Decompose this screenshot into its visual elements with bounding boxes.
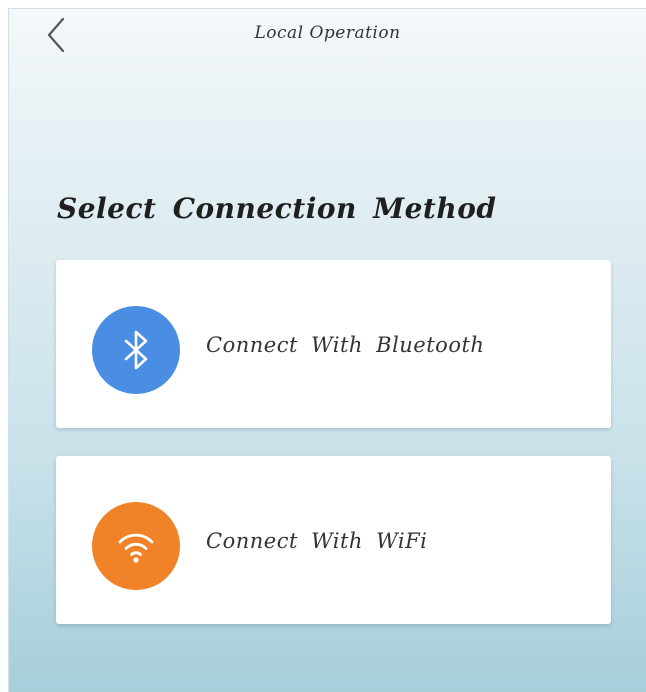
bluetooth-icon-badge	[92, 306, 180, 394]
connect-wifi-option[interactable]: Connect With WiFi	[56, 456, 611, 624]
connect-bluetooth-option[interactable]: Connect With Bluetooth	[56, 260, 611, 428]
page-title: Local Operation	[254, 23, 401, 43]
connect-bluetooth-label: Connect With Bluetooth	[206, 333, 485, 357]
bluetooth-icon	[124, 330, 148, 370]
section-heading: Select Connection Method	[57, 192, 497, 225]
app-screen: Local Operation Select Connection Method…	[8, 8, 646, 692]
top-bar: Local Operation	[9, 9, 646, 65]
connect-wifi-label: Connect With WiFi	[206, 529, 428, 553]
wifi-icon	[118, 533, 154, 563]
wifi-icon-badge	[92, 502, 180, 590]
